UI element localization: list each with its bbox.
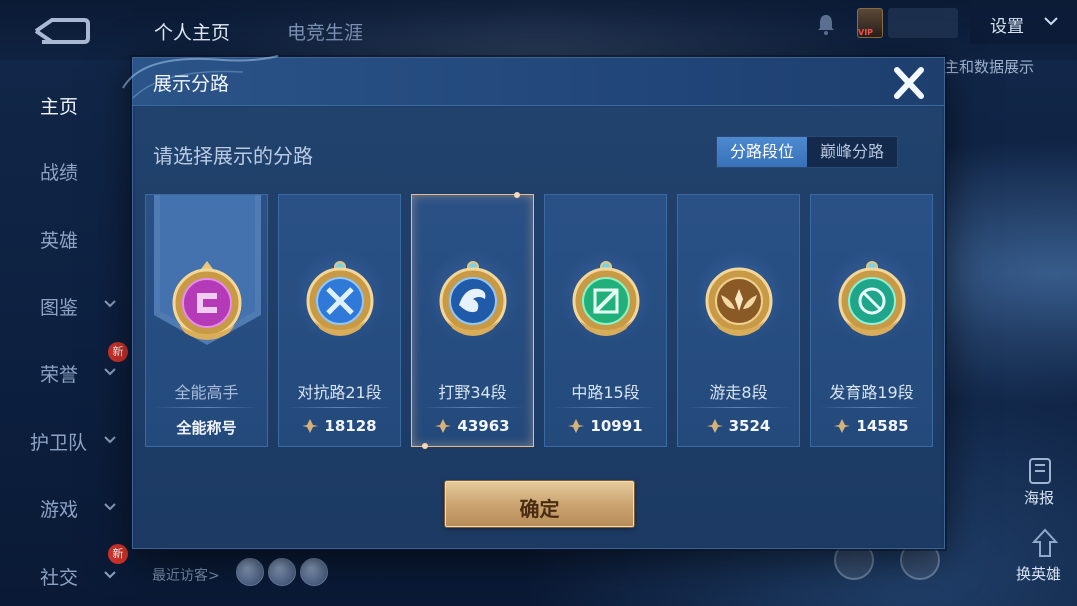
corner-dot <box>422 443 428 449</box>
bell-icon[interactable] <box>814 12 838 36</box>
sidebar-item-codex[interactable]: 图鉴 <box>40 293 78 320</box>
settings-label[interactable]: 设置 <box>990 12 1024 37</box>
corner-dot <box>514 192 520 198</box>
lane-score: 3524 <box>728 417 771 435</box>
sidebar-item-record[interactable]: 战绩 <box>40 158 78 185</box>
tab-peak-lane[interactable]: 巅峰分路 <box>807 137 897 167</box>
sidebar-item-honor[interactable]: 荣誉 <box>40 360 78 387</box>
rank-points-icon <box>706 419 723 433</box>
sidebar-item-social[interactable]: 社交 <box>40 563 78 590</box>
lane-card[interactable]: 对抗路21段 18128 <box>278 194 401 447</box>
lane-card-list: 全能高手 全能称号 对抗路21段 18128 打野34段 43963 中路15段… <box>145 192 935 449</box>
rank-points-icon <box>568 419 585 433</box>
chevron-down-icon <box>104 368 116 376</box>
lane-card-selected[interactable]: 打野34段 43963 <box>411 192 534 449</box>
chevron-down-icon <box>104 571 116 579</box>
divider <box>553 407 658 408</box>
swap-hero-label[interactable]: 换英雄 <box>1016 563 1061 584</box>
divider <box>819 407 924 408</box>
divider <box>686 407 791 408</box>
lane-card[interactable]: 游走8段 3524 <box>677 194 800 447</box>
lane-score-row: 18128 <box>279 417 400 435</box>
lane-name: 游走8段 <box>709 383 768 402</box>
lane-card[interactable]: 中路15段 10991 <box>544 194 667 447</box>
sidebar-item-games[interactable]: 游戏 <box>40 495 78 522</box>
sidebar-item-guard[interactable]: 护卫队 <box>30 428 87 455</box>
back-icon[interactable] <box>30 14 90 48</box>
chevron-down-icon <box>104 503 116 511</box>
data-display-note: 主和数据展示 <box>944 58 1035 76</box>
visitor-avatar[interactable] <box>268 558 296 586</box>
lane-card[interactable]: 全能高手 全能称号 <box>145 194 268 447</box>
farm-lane-badge-icon <box>838 261 906 336</box>
lane-score-row: 10991 <box>545 417 666 435</box>
new-badge: 新 <box>108 544 128 564</box>
lane-display-dialog: 展示分路 请选择展示的分路 分路段位 巅峰分路 全能高手 全能称号 对抗路21段… <box>122 55 945 549</box>
jungle-dragon-badge-icon <box>439 261 507 336</box>
rank-points-icon <box>834 419 851 433</box>
lane-name: 对抗路21段 <box>297 383 382 402</box>
divider <box>154 407 259 408</box>
dialog-title: 展示分路 <box>153 73 230 95</box>
sidebar-item-heroes[interactable]: 英雄 <box>40 226 78 253</box>
divider <box>287 407 392 408</box>
lane-score-row: 全能称号 <box>146 417 267 438</box>
divider <box>420 407 525 408</box>
lane-score: 10991 <box>590 417 643 435</box>
lane-score: 14585 <box>856 417 909 435</box>
close-icon[interactable] <box>889 66 929 100</box>
swap-hero-icon[interactable] <box>1030 528 1060 560</box>
mid-lane-badge-icon <box>572 261 640 336</box>
chevron-down-icon <box>104 300 116 308</box>
visitor-avatar[interactable] <box>236 558 264 586</box>
chevron-down-icon <box>104 436 116 444</box>
segment-control: 分路段位 巅峰分路 <box>716 136 899 168</box>
player-info <box>888 8 958 38</box>
lane-name: 发育路19段 <box>829 383 914 402</box>
lane-score: 全能称号 <box>176 419 237 437</box>
sidebar-item-home[interactable]: 主页 <box>40 92 78 119</box>
rank-points-icon <box>435 419 452 433</box>
lane-card[interactable]: 发育路19段 14585 <box>810 194 933 447</box>
confirm-button[interactable]: 确定 <box>445 481 634 527</box>
lane-name: 全能高手 <box>174 383 239 402</box>
lane-score: 43963 <box>457 417 510 435</box>
recent-visitors-label[interactable]: 最近访客> <box>152 565 220 585</box>
lane-score: 18128 <box>324 417 377 435</box>
confirm-label[interactable]: 确定 <box>446 493 633 522</box>
lane-score-row: 14585 <box>811 417 932 435</box>
tab-esports-career[interactable]: 电竞生涯 <box>287 18 363 45</box>
tab-lane-rank[interactable]: 分路段位 <box>717 137 808 167</box>
lane-score-row: 43963 <box>412 417 533 435</box>
lane-name: 中路15段 <box>571 383 640 402</box>
all-round-badge-icon <box>172 261 242 340</box>
chevron-down-icon[interactable] <box>1044 16 1058 26</box>
dialog-header: 展示分路 <box>122 55 944 106</box>
tab-profile[interactable]: 个人主页 <box>154 18 230 45</box>
clash-lane-badge-icon <box>306 261 374 336</box>
new-badge: 新 <box>108 342 128 362</box>
lane-score-row: 3524 <box>678 417 799 435</box>
visitor-avatar[interactable] <box>300 558 328 586</box>
prompt-text: 请选择展示的分路 <box>153 144 313 168</box>
vip-badge: VIP <box>858 28 874 37</box>
rank-points-icon <box>302 419 319 433</box>
lane-name: 打野34段 <box>438 383 507 402</box>
roam-wing-badge-icon <box>705 267 773 336</box>
sidebar: 主页 战绩 英雄 图鉴 荣誉 新 护卫队 游戏 社交 新 <box>0 60 130 606</box>
poster-label[interactable]: 海报 <box>1024 487 1054 508</box>
